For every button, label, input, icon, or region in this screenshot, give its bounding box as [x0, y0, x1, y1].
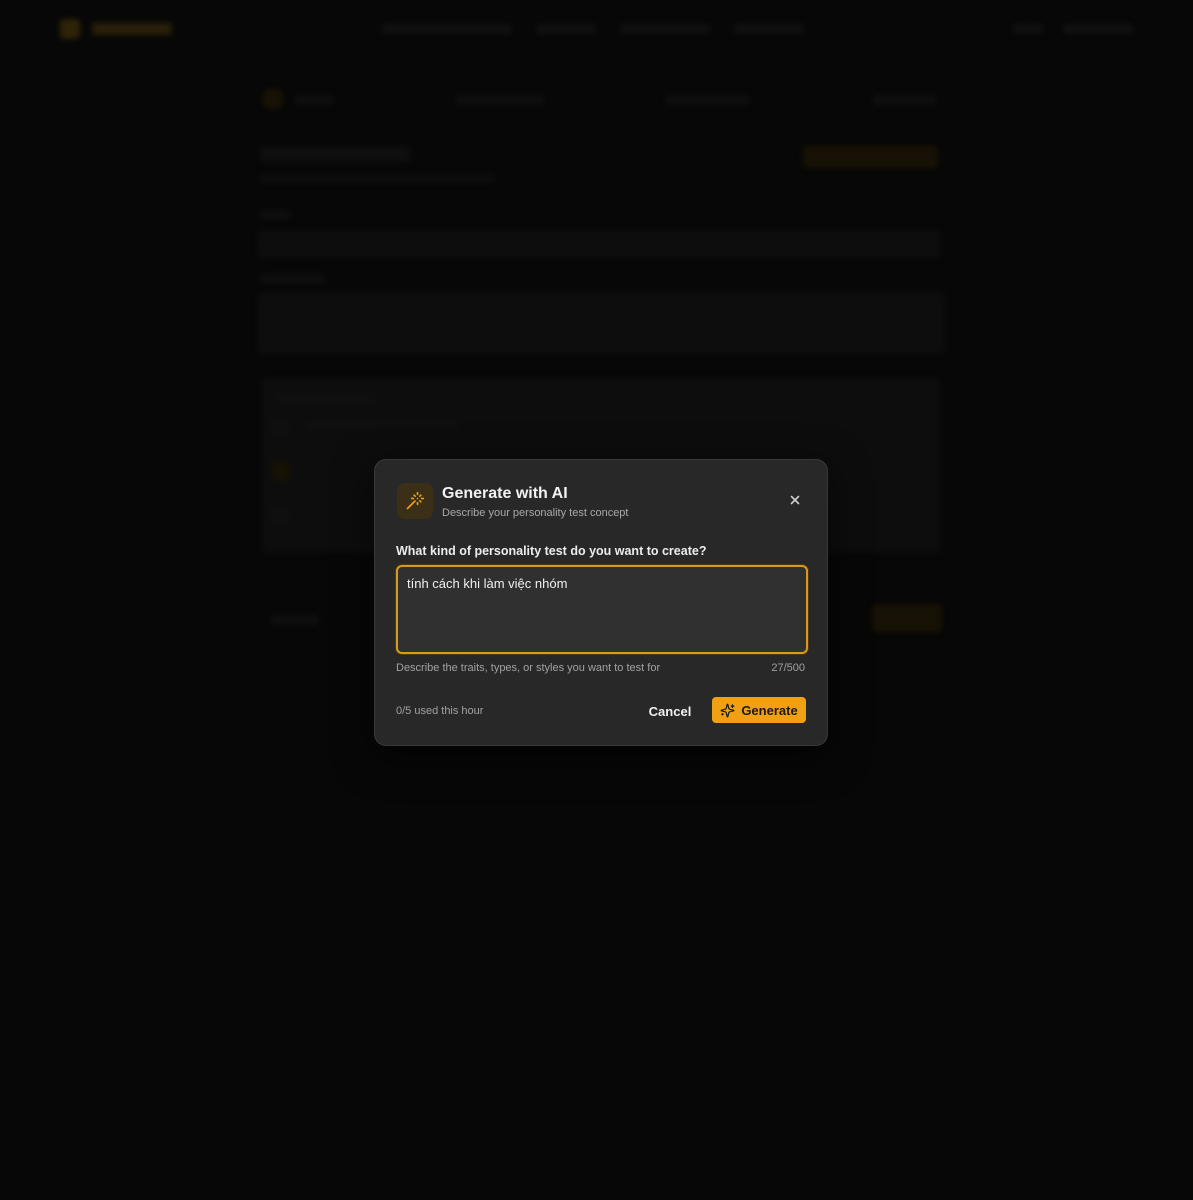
- close-icon: [790, 495, 800, 505]
- prompt-hint: Describe the traits, types, or styles yo…: [396, 662, 661, 674]
- cancel-button[interactable]: Cancel: [641, 698, 699, 724]
- modal-title: Generate with AI: [442, 485, 568, 502]
- magic-wand-icon: [397, 483, 433, 519]
- usage-limit-text: 0/5 used this hour: [396, 705, 484, 717]
- char-counter: 27/500: [771, 662, 805, 674]
- generate-button-label: Generate: [741, 702, 798, 718]
- close-button[interactable]: [787, 492, 803, 508]
- generate-button[interactable]: Generate: [712, 697, 806, 723]
- prompt-textarea[interactable]: [396, 565, 808, 654]
- sparkles-icon: [720, 703, 735, 717]
- modal-subtitle: Describe your personality test concept: [442, 507, 629, 519]
- generate-ai-modal: Generate with AI Describe your personali…: [374, 459, 828, 746]
- prompt-label: What kind of personality test do you wan…: [396, 544, 707, 558]
